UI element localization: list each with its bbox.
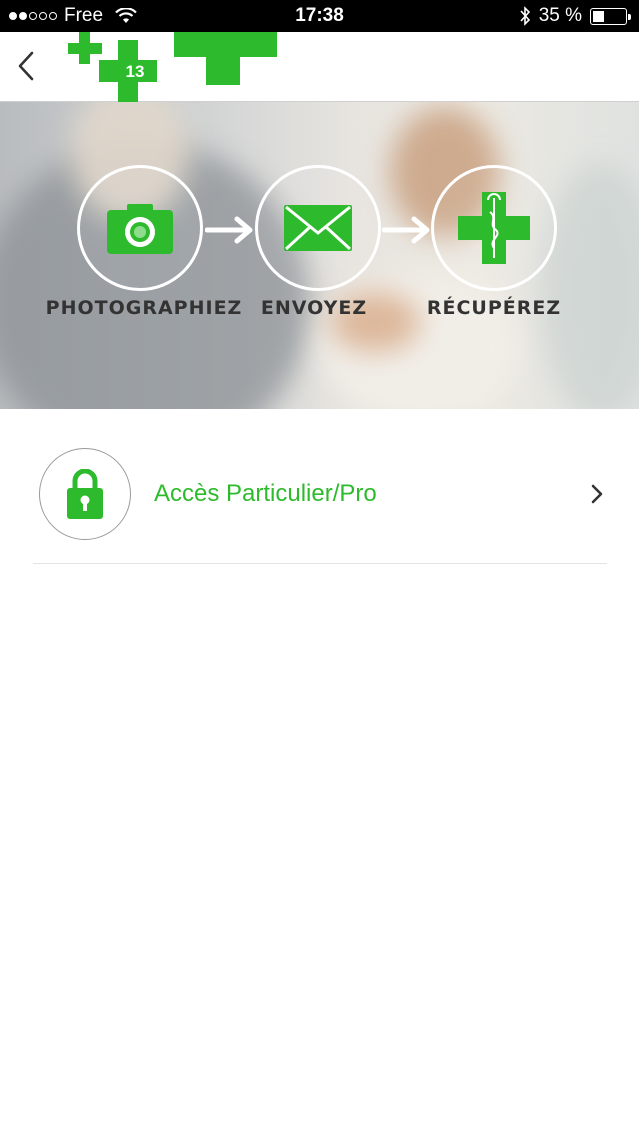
access-particulier-pro-row[interactable]: Accès Particulier/Pro xyxy=(33,446,607,564)
chevron-left-icon xyxy=(18,51,34,81)
battery-percent: 35 % xyxy=(538,5,582,26)
step-collect xyxy=(431,165,557,291)
step-label-collect: RÉCUPÉREZ xyxy=(426,297,562,319)
step-photograph xyxy=(77,165,203,291)
step-send xyxy=(255,165,381,291)
navigation-bar: 13 xyxy=(0,32,639,102)
back-button[interactable] xyxy=(8,46,44,86)
battery-level-fill xyxy=(593,10,604,22)
lock-icon-circle xyxy=(39,448,131,540)
pharmacy-logo: 13 xyxy=(66,32,280,102)
arrow-right-icon xyxy=(205,216,253,244)
hero-banner: PHOTOGRAPHIEZ ENVOYEZ RÉCUPÉREZ xyxy=(0,102,639,409)
pharmacy-cross-icon xyxy=(458,192,530,264)
chevron-right-icon xyxy=(591,484,603,504)
camera-icon xyxy=(107,204,173,254)
arrow-right-icon xyxy=(382,216,430,244)
access-label: Accès Particulier/Pro xyxy=(154,480,377,507)
status-bar: Free 17:38 35 % xyxy=(0,0,639,32)
battery-icon xyxy=(590,7,631,25)
envelope-icon xyxy=(284,205,352,251)
logo-number: 13 xyxy=(125,62,145,81)
bluetooth-icon xyxy=(520,6,530,26)
lock-icon xyxy=(67,469,103,519)
